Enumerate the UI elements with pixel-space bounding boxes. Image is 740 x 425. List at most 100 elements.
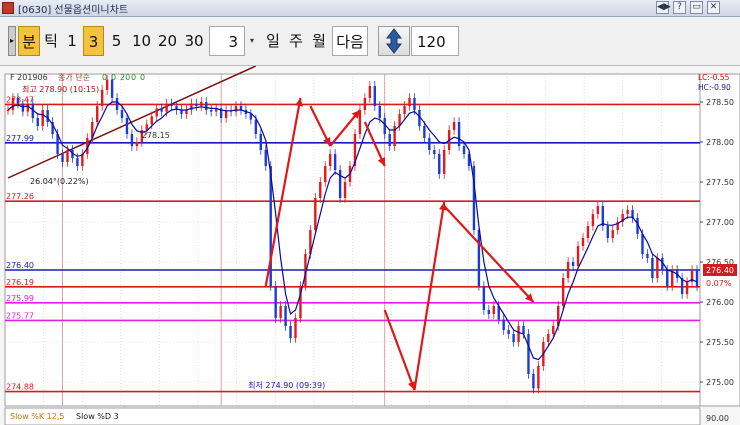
candle-body	[130, 134, 134, 146]
candle-body	[532, 374, 535, 389]
y-tick-label: 277.00	[706, 218, 734, 227]
trendline-angle-label: 26.04°(0.22%)	[30, 177, 89, 186]
candle-body	[343, 182, 347, 198]
interval-input[interactable]: 3	[209, 26, 245, 56]
price-level-label: 278.47	[6, 95, 34, 104]
candle-body	[274, 286, 277, 318]
price-level-label: 275.77	[6, 311, 34, 320]
unit-week-button[interactable]: 주	[285, 26, 307, 56]
stochastic-level-label: 90.00	[706, 414, 729, 423]
candle-body	[378, 106, 381, 118]
candle-body	[36, 118, 39, 126]
legend-item: 종가 단순	[58, 72, 90, 82]
hc-label: HC:-0.90	[698, 83, 731, 92]
candle-body	[363, 98, 367, 110]
period-30-button[interactable]: 30	[181, 26, 207, 56]
candle-body	[537, 366, 540, 389]
candle-body	[457, 122, 461, 146]
candle-body	[646, 254, 649, 258]
candle-body	[205, 102, 208, 110]
legend-item: 0	[111, 73, 116, 82]
interval-dropdown-icon[interactable]: ▾	[245, 26, 259, 56]
candle-body	[368, 86, 372, 98]
app-icon	[2, 2, 14, 14]
candle-body	[561, 278, 565, 306]
period-20-button[interactable]: 20	[155, 26, 180, 56]
candle-body	[160, 108, 163, 112]
maximize-button[interactable]: ▭	[690, 1, 703, 14]
candle-body	[438, 154, 441, 174]
period-5-button[interactable]: 5	[106, 26, 127, 56]
candle-body	[502, 319, 505, 330]
y-tick-label: 278.00	[706, 138, 734, 147]
candle-body	[279, 306, 282, 318]
low-price-label: 최저 274.90 (09:39)	[248, 380, 325, 390]
y-tick-label: 276.00	[706, 298, 734, 307]
close-button[interactable]: ✕	[707, 1, 720, 14]
link-window-button[interactable]: ◀▶	[656, 1, 671, 14]
candle-body	[482, 286, 486, 310]
candle-body	[576, 246, 580, 266]
candle-body	[527, 334, 530, 374]
unit-month-button[interactable]: 월	[308, 26, 330, 56]
period-10-button[interactable]: 10	[129, 26, 154, 56]
y-tick-label: 278.50	[706, 98, 734, 107]
candle-body	[373, 86, 377, 106]
toolbar-grip[interactable]: ▸	[8, 26, 16, 56]
candle-body	[452, 122, 456, 130]
up-down-arrows-icon[interactable]	[378, 26, 410, 56]
candle-body	[606, 226, 609, 238]
candle-body	[259, 134, 262, 150]
candle-body	[26, 103, 30, 112]
candle-body	[135, 142, 139, 146]
period-tick-button[interactable]: 틱	[41, 26, 61, 56]
legend-item: 0	[102, 73, 107, 82]
candle-body	[492, 306, 495, 314]
legend-item: 0	[140, 73, 145, 82]
candle-body	[566, 262, 570, 278]
candle-body	[626, 210, 629, 214]
candle-body	[314, 198, 317, 230]
candle-body	[685, 282, 689, 294]
high-price-label: 최고 278.90 (10:15)	[22, 84, 99, 94]
candle-body	[547, 334, 550, 342]
candle-body	[76, 158, 79, 166]
candle-body	[581, 238, 585, 246]
candle-body	[512, 334, 515, 342]
price-level-label: 276.19	[6, 278, 34, 287]
y-tick-label: 277.50	[706, 178, 734, 187]
candle-body	[408, 98, 411, 106]
candle-body	[120, 110, 124, 118]
trendline-price-label: 278.15	[142, 131, 170, 140]
candle-body	[586, 226, 590, 238]
candle-body	[21, 103, 25, 112]
candle-body	[264, 150, 267, 166]
unit-day-button[interactable]: 일	[262, 26, 284, 56]
candle-body	[16, 98, 20, 104]
help-button[interactable]: ?	[673, 1, 686, 14]
candle-body	[170, 103, 173, 106]
period-1-button[interactable]: 1	[63, 26, 81, 56]
candle-body	[110, 79, 114, 98]
price-level-label: 276.40	[6, 261, 34, 270]
title-bar: [0630] 선물옵션미니차트 ◀▶ ? ▭ ✕	[0, 0, 740, 17]
candle-body	[611, 230, 614, 238]
period-minute-button[interactable]: 분	[18, 26, 40, 56]
candle-body	[552, 326, 555, 334]
last-change-label: 0.07%	[706, 279, 732, 288]
candle-body	[338, 170, 342, 198]
candle-body	[200, 102, 203, 106]
next-button[interactable]: 다음	[332, 26, 368, 56]
count-input[interactable]: 120	[411, 26, 459, 56]
candle-body	[96, 106, 99, 122]
candle-body	[388, 134, 391, 146]
candle-body	[210, 110, 213, 112]
period-3-button[interactable]: 3	[83, 26, 104, 56]
y-tick-label: 275.00	[706, 378, 734, 387]
candle-body	[428, 138, 431, 150]
candle-body	[333, 154, 337, 170]
price-chart[interactable]: 275.00275.50276.00276.50277.00277.50278.…	[0, 66, 740, 425]
candle-body	[81, 154, 84, 166]
lc-label: LC:-0.55	[698, 73, 730, 82]
candle-body	[462, 146, 466, 154]
